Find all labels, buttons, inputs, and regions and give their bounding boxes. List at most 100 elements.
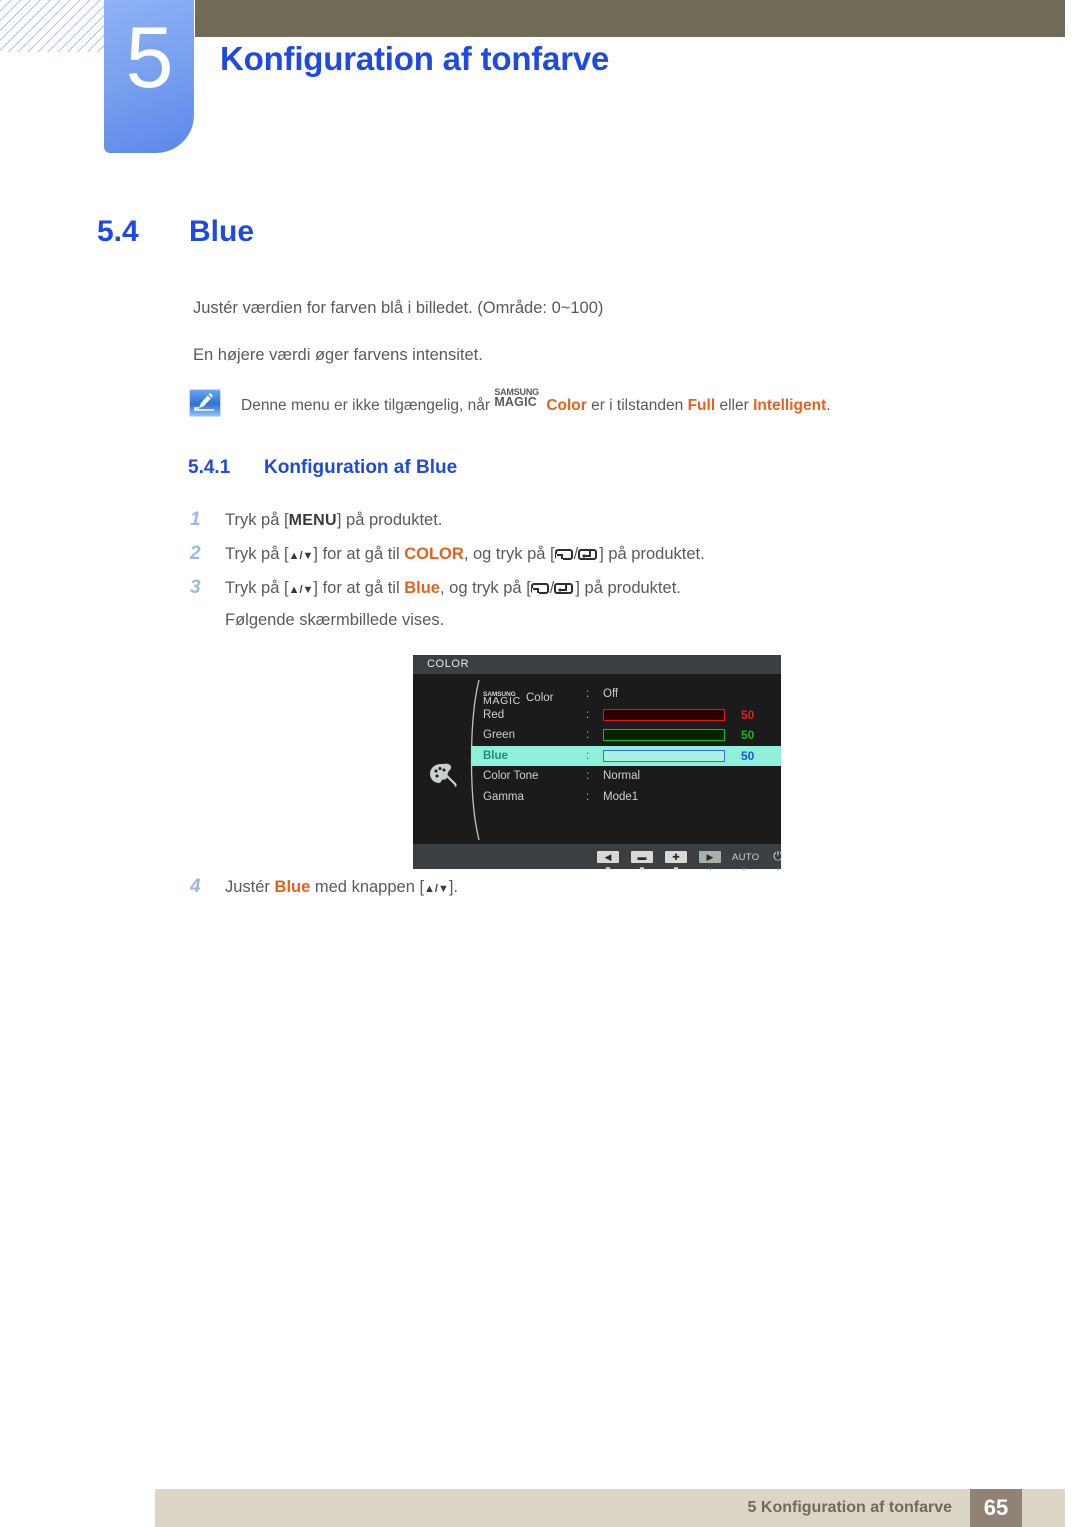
body-paragraph-1: Justér værdien for farven blå i billedet…: [193, 299, 604, 317]
step-4-updown-key: ▲/▼: [424, 883, 449, 895]
step-4-text-mid1: med knappen [: [310, 878, 425, 896]
step-3-updown-key: ▲/▼: [288, 584, 314, 596]
step-3-continuation: Følgende skærmbillede vises.: [225, 611, 445, 629]
osd-colon: :: [586, 749, 590, 762]
step-1-text-after: ] på produktet.: [336, 511, 443, 529]
osd-body: SAMSUNG MAGIC Color : Off Red : 50 Green…: [413, 674, 781, 844]
note-text-before: Denne menu er ikke tilgængelig, når: [241, 397, 495, 414]
power-icon: ⏻: [773, 849, 783, 863]
page-number-badge: 65: [970, 1489, 1022, 1527]
osd-auto-button[interactable]: AUTO ▾: [732, 847, 760, 874]
osd-row-color-tone[interactable]: Color Tone : Normal: [471, 766, 781, 787]
step-4-number: 4: [190, 876, 201, 897]
samsung-magic-logo: SAMSUNG MAGIC: [494, 387, 546, 410]
osd-left-button-indicator: ▼: [604, 865, 612, 874]
osd-plus-button[interactable]: ✚ ▼: [664, 847, 688, 874]
osd-label-color-tone: Color Tone: [483, 770, 539, 782]
osd-label-green: Green: [483, 729, 515, 741]
chapter-tab: 5: [104, 0, 194, 153]
step-2-updown-key: ▲/▼: [288, 550, 314, 562]
step-3-text-before: Tryk på [: [225, 579, 289, 597]
step-2-text-mid2: , og tryk på [: [463, 545, 555, 563]
enter-button-icon: [554, 581, 575, 600]
osd-label-red: Red: [483, 708, 505, 721]
left-arrow-icon: ◀: [597, 851, 619, 863]
decorative-hatch-pattern: [0, 0, 108, 52]
step-2-text-after: ] på produktet.: [599, 545, 705, 563]
osd-colon: :: [586, 688, 590, 700]
osd-slider-green[interactable]: [603, 729, 725, 741]
osd-rows: SAMSUNG MAGIC Color : Off Red : 50 Green…: [471, 684, 781, 807]
osd-value-gamma: Mode1: [603, 790, 639, 803]
osd-label-blue: Blue: [483, 749, 508, 762]
right-arrow-icon: ▶: [699, 851, 721, 863]
step-4-text-after: ].: [448, 878, 459, 896]
osd-right-button[interactable]: ▶ ▾: [698, 847, 722, 874]
note-highlight-full: Full: [687, 397, 716, 414]
note-text-between: eller: [715, 397, 754, 414]
osd-slider-blue[interactable]: [603, 749, 725, 762]
osd-auto-button-indicator: ▾: [742, 867, 746, 873]
osd-label-gamma: Gamma: [483, 790, 524, 803]
step-2-number: 2: [190, 543, 201, 564]
auto-label: AUTO: [732, 852, 760, 863]
plus-icon: ✚: [665, 851, 687, 863]
osd-row-blue[interactable]: Blue : 50: [471, 745, 781, 766]
chapter-title: Konfiguration af tonfarve: [220, 40, 610, 77]
body-paragraph-2: En højere værdi øger farvens intensitet.: [193, 346, 483, 364]
step-1: 1 Tryk på [MENU] på produktet.: [190, 509, 442, 531]
osd-colon: :: [586, 770, 590, 782]
step-4-text-before: Justér: [225, 878, 275, 896]
source-button-icon: [554, 547, 574, 566]
section-title: Blue: [189, 215, 255, 248]
step-1-number: 1: [190, 509, 201, 530]
osd-button-row: ◀ ▼ ▬ ▼ ✚ ▼ ▶ ▾ AUTO ▾ ⏻ ▾: [596, 847, 790, 874]
osd-right-button-indicator: ▾: [708, 867, 712, 873]
osd-slider-red[interactable]: [603, 708, 725, 721]
step-3-number: 3: [190, 577, 201, 598]
note-text-middle: er i tilstanden: [586, 397, 688, 414]
osd-row-green[interactable]: Green : 50: [471, 725, 781, 746]
step-3-text-after: ] på produktet.: [575, 579, 681, 597]
note-pencil-icon: [189, 389, 221, 417]
source-button-icon: [530, 581, 550, 600]
step-4: 4 Justér Blue med knappen [▲/▼].: [190, 876, 458, 898]
step-4-target: Blue: [274, 878, 311, 896]
section-heading: 5.4 Blue: [97, 215, 254, 249]
osd-row-gamma[interactable]: Gamma : Mode1: [471, 787, 781, 808]
subsection-title: Konfiguration af Blue: [264, 457, 458, 478]
osd-left-button[interactable]: ◀ ▼: [596, 847, 620, 874]
minus-icon: ▬: [631, 851, 653, 863]
osd-colon: :: [586, 708, 590, 721]
step-2-text-before: Tryk på [: [225, 545, 289, 563]
osd-value-red: 50: [741, 707, 755, 722]
osd-power-button-indicator: ▾: [776, 867, 780, 873]
osd-screenshot: COLOR SAMSUNG MAGIC Color : Off Red: 50…: [413, 655, 783, 874]
step-3-target: Blue: [404, 579, 440, 597]
section-number: 5.4: [97, 215, 139, 248]
osd-colon: :: [586, 790, 590, 803]
header-bar: [195, 0, 1065, 37]
chapter-number: 5: [125, 10, 174, 106]
osd-title: COLOR: [413, 655, 781, 674]
osd-minus-button[interactable]: ▬ ▼: [630, 847, 654, 874]
footer-bar: 5 Konfiguration af tonfarve 65: [155, 1489, 1065, 1527]
enter-button-icon: [578, 547, 599, 566]
note-text: Denne menu er ikke tilgængelig, når SAMS…: [241, 387, 831, 419]
subsection-number: 5.4.1: [188, 457, 231, 478]
osd-row-magic-color[interactable]: SAMSUNG MAGIC Color : Off: [471, 684, 781, 707]
step-1-text-before: Tryk på [: [225, 511, 289, 529]
step-2-text-mid1: ] for at gå til: [313, 545, 405, 563]
osd-minus-button-indicator: ▼: [638, 865, 646, 874]
note-text-end: .: [826, 397, 831, 414]
step-2-target: COLOR: [404, 545, 464, 563]
step-3: 3 Tryk på [▲/▼] for at gå til Blue, og tr…: [190, 577, 681, 600]
step-2: 2 Tryk på [▲/▼] for at gå til COLOR, og t…: [190, 543, 705, 566]
magic-color-label: Color: [546, 397, 587, 414]
subsection-heading: 5.4.1 Konfiguration af Blue: [188, 457, 457, 479]
osd-value-color-tone: Normal: [603, 770, 641, 782]
osd-row-red[interactable]: Red : 50: [471, 705, 781, 726]
osd-power-button[interactable]: ⏻ ▾: [766, 847, 790, 874]
note-highlight-intelligent: Intelligent: [753, 397, 827, 414]
step-1-key: MENU: [288, 512, 337, 529]
